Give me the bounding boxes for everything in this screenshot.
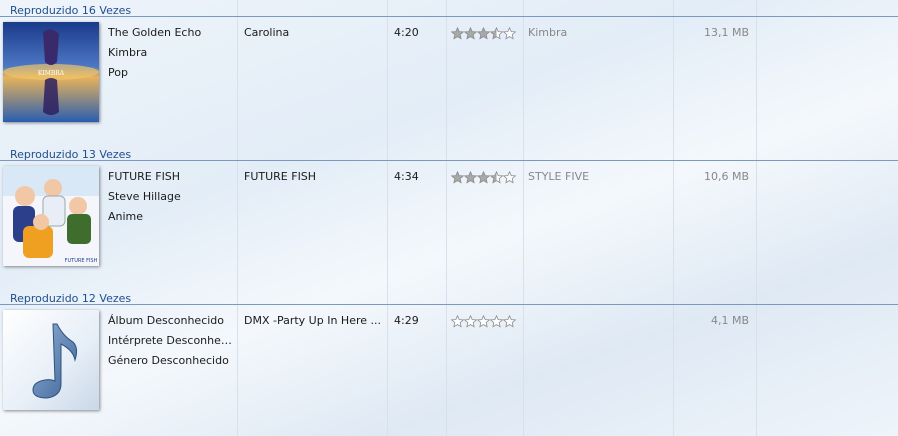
album-info: Álbum Desconhecido Intérprete Desconheci…	[108, 311, 236, 371]
composer[interactable]: STYLE FIVE	[528, 167, 668, 187]
star-icon[interactable]	[476, 26, 491, 40]
composer[interactable]	[528, 311, 668, 331]
star-icon[interactable]	[451, 170, 465, 184]
group-header[interactable]: Reproduzido 12 Vezes	[10, 291, 131, 307]
rating-stars[interactable]	[451, 311, 521, 331]
track-length: 4:34	[394, 170, 419, 183]
genre-name[interactable]: Pop	[108, 63, 236, 83]
star-icon[interactable]	[502, 314, 517, 328]
file-size: 13,1 MB	[703, 26, 749, 39]
track-title[interactable]: DMX -Party Up In Here ...	[244, 311, 382, 331]
playcount-group: Reproduzido 12 Vezes Álbum Desconhecido …	[0, 291, 898, 436]
star-icon[interactable]	[463, 314, 478, 328]
star-icon[interactable]	[476, 314, 491, 328]
group-divider	[0, 16, 898, 17]
star-icon[interactable]	[451, 314, 465, 328]
star-icon[interactable]	[463, 26, 478, 40]
track-length: 4:20	[394, 26, 419, 39]
anime-cover-art[interactable]: FUTURE FISH	[3, 166, 99, 266]
genre-name[interactable]: Género Desconhecido	[108, 351, 236, 371]
star-icon[interactable]	[463, 170, 478, 184]
file-size: 10,6 MB	[703, 170, 749, 183]
group-divider	[0, 304, 898, 305]
album-name[interactable]: FUTURE FISH	[108, 167, 236, 187]
artist-name[interactable]: Steve Hillage	[108, 187, 236, 207]
composer[interactable]: Kimbra	[528, 23, 668, 43]
album-info: The Golden Echo Kimbra Pop	[108, 23, 236, 83]
genre-name[interactable]: Anime	[108, 207, 236, 227]
star-icon[interactable]	[502, 170, 517, 184]
group-divider	[0, 160, 898, 161]
album-art-text: FUTURE FISH	[65, 258, 98, 264]
artist-name[interactable]: Intérprete Desconhecido	[108, 331, 236, 351]
star-icon[interactable]	[476, 170, 491, 184]
star-icon[interactable]	[489, 170, 504, 184]
rating-stars[interactable]	[451, 23, 521, 43]
group-header[interactable]: Reproduzido 16 Vezes	[10, 3, 131, 19]
album-art-text: KIMBRA	[38, 70, 65, 77]
album-cover-art[interactable]: KIMBRA	[3, 22, 99, 122]
file-size: 4,1 MB	[710, 314, 749, 327]
playcount-group: Reproduzido 16 Vezes KIMBRA The Golden E…	[0, 3, 898, 143]
album-info: FUTURE FISH Steve Hillage Anime	[108, 167, 236, 227]
star-icon[interactable]	[451, 26, 465, 40]
album-name[interactable]: The Golden Echo	[108, 23, 236, 43]
star-icon[interactable]	[502, 26, 517, 40]
music-note-icon[interactable]	[3, 310, 99, 410]
track-title[interactable]: Carolina	[244, 23, 382, 43]
rating-stars[interactable]	[451, 167, 521, 187]
star-icon[interactable]	[489, 314, 504, 328]
artist-name[interactable]: Kimbra	[108, 43, 236, 63]
track-length: 4:29	[394, 314, 419, 327]
playcount-group: Reproduzido 13 Vezes FUTURE FISH FUTURE …	[0, 147, 898, 287]
star-icon[interactable]	[489, 26, 504, 40]
album-name[interactable]: Álbum Desconhecido	[108, 311, 236, 331]
track-title[interactable]: FUTURE FISH	[244, 167, 382, 187]
group-header[interactable]: Reproduzido 13 Vezes	[10, 147, 131, 163]
